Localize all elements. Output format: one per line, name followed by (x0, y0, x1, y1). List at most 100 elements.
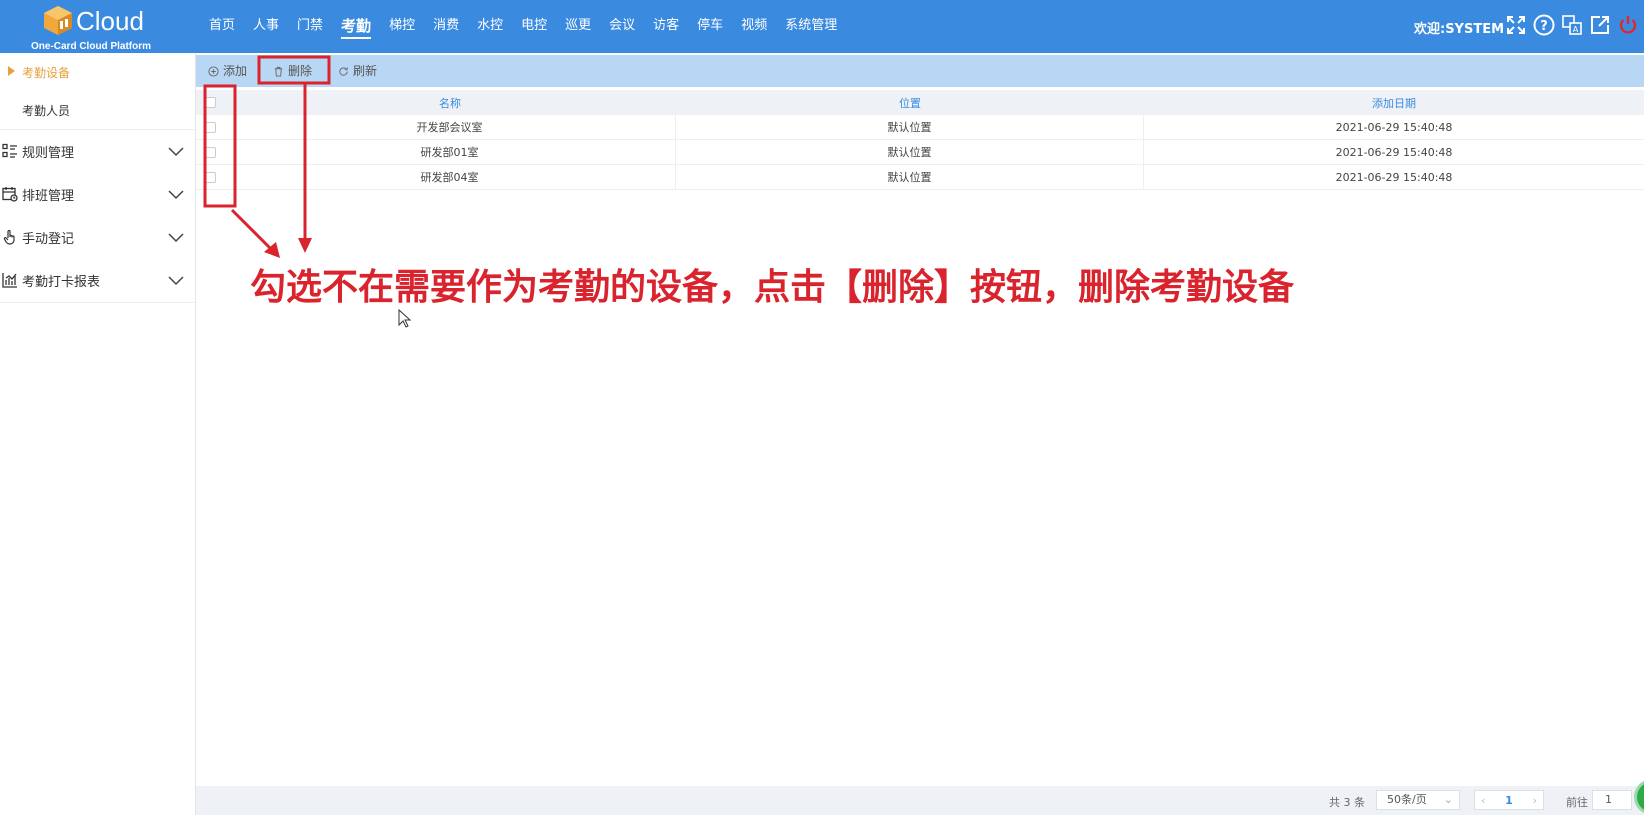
nav-attendance[interactable]: 考勤 (332, 0, 380, 53)
nav-system[interactable]: 系统管理 (776, 0, 846, 53)
sidebar: 考勤设备 考勤人员 规则管理 排班管理 手动登记 考勤打卡报表 (0, 53, 196, 815)
welcome-text: 欢迎:SYSTEM (1414, 22, 1505, 37)
sidebar-item-label: 考勤人员 (22, 104, 71, 118)
next-page-icon[interactable]: › (1533, 794, 1537, 807)
delete-button[interactable]: 删除 (273, 55, 312, 87)
row-select-cell (196, 165, 224, 189)
nav-patrol[interactable]: 巡更 (556, 0, 600, 53)
toolbar: 添加 删除 刷新 (196, 55, 1644, 87)
main-nav: 首页 人事 门禁 考勤 梯控 消费 水控 电控 巡更 会议 访客 停车 视频 系… (200, 0, 846, 53)
sidebar-group-schedule[interactable]: 排班管理 (0, 173, 195, 216)
nav-video[interactable]: 视频 (732, 0, 776, 53)
refresh-icon (339, 66, 348, 76)
nav-consumption[interactable]: 消费 (424, 0, 468, 53)
header-icons: ? A (1505, 14, 1639, 36)
active-arrow-icon (8, 66, 15, 76)
annotation-text: 勾选不在需要作为考勤的设备，点击【删除】按钮，删除考勤设备 (250, 267, 1295, 308)
delete-label: 删除 (288, 64, 313, 78)
nav-water[interactable]: 水控 (468, 0, 512, 53)
nav-access[interactable]: 门禁 (288, 0, 332, 53)
logo-text: Cloud (76, 6, 144, 36)
sidebar-group-label: 考勤打卡报表 (22, 275, 101, 290)
chevron-down-icon (168, 147, 184, 157)
hand-icon (3, 229, 15, 245)
device-table: 名称 位置 添加日期 开发部会议室 默认位置 2021-06-29 15:40:… (196, 90, 1644, 190)
add-button[interactable]: 添加 (208, 55, 247, 87)
total-count: 共 3 条 (1329, 796, 1365, 809)
arrow-head (264, 242, 280, 258)
cube-logo-icon (44, 6, 72, 35)
mouse-cursor-icon (398, 309, 411, 328)
divider (0, 302, 195, 303)
nav-elevator[interactable]: 梯控 (380, 0, 424, 53)
row-checkbox[interactable] (204, 146, 216, 158)
logo-subtitle: One-Card Cloud Platform (31, 41, 152, 52)
sidebar-item-label: 考勤设备 (22, 66, 71, 80)
row-checkbox[interactable] (204, 171, 216, 183)
goto-page-input[interactable]: 1 (1592, 790, 1632, 810)
cell-date: 2021-06-29 15:40:48 (1335, 170, 1453, 184)
prev-page-icon[interactable]: ‹ (1481, 794, 1485, 807)
cell-location: 默认位置 (676, 140, 1144, 164)
chevron-down-icon (168, 233, 184, 243)
sidebar-item-attendance-device[interactable]: 考勤设备 (0, 53, 195, 92)
cell-name: 开发部会议室 (224, 115, 676, 139)
plus-circle-icon (208, 65, 219, 77)
chevron-down-icon (168, 190, 184, 200)
page-navigator: ‹ 1 › (1474, 790, 1544, 810)
nav-meeting[interactable]: 会议 (600, 0, 644, 53)
nav-parking[interactable]: 停车 (688, 0, 732, 53)
column-header-name[interactable]: 名称 (224, 90, 676, 115)
svg-text:?: ? (1540, 19, 1548, 34)
cell-name: 研发部01室 (224, 140, 676, 164)
arrow-head (298, 238, 312, 253)
fullscreen-icon[interactable] (1505, 14, 1527, 36)
column-header-location[interactable]: 位置 (676, 90, 1144, 115)
cell-location: 默认位置 (676, 165, 1144, 189)
chevron-down-icon: ⌄ (1443, 793, 1453, 806)
nav-home[interactable]: 首页 (200, 0, 244, 53)
column-header-date[interactable]: 添加日期 (1144, 90, 1644, 115)
sidebar-group-rules[interactable]: 规则管理 (0, 130, 195, 173)
sidebar-group-manual-register[interactable]: 手动登记 (0, 216, 195, 259)
chart-icon (2, 273, 17, 288)
row-select-cell (196, 140, 224, 164)
translate-icon[interactable]: A (1561, 14, 1583, 36)
external-link-icon[interactable] (1589, 14, 1611, 36)
nav-visitor[interactable]: 访客 (644, 0, 688, 53)
sidebar-item-attendance-staff[interactable]: 考勤人员 (0, 92, 195, 129)
logo[interactable]: Cloud One-Card Cloud Platform (28, 4, 168, 52)
chevron-down-icon (168, 276, 184, 286)
table-row[interactable]: 开发部会议室 默认位置 2021-06-29 15:40:48 (196, 115, 1644, 140)
cell-location: 默认位置 (676, 115, 1144, 139)
cell-date: 2021-06-29 15:40:48 (1335, 145, 1453, 159)
svg-text:A: A (1573, 25, 1579, 34)
sidebar-group-label: 规则管理 (22, 146, 75, 161)
goto-label: 前往 (1566, 796, 1588, 809)
table-row[interactable]: 研发部01室 默认位置 2021-06-29 15:40:48 (196, 140, 1644, 165)
top-header: Cloud One-Card Cloud Platform 首页 人事 门禁 考… (0, 0, 1644, 53)
sidebar-group-report[interactable]: 考勤打卡报表 (0, 259, 195, 302)
sidebar-group-label: 手动登记 (22, 232, 75, 247)
select-all-checkbox[interactable] (204, 97, 216, 108)
nav-hr[interactable]: 人事 (244, 0, 288, 53)
page-size-select[interactable]: 50条/页 ⌄ (1376, 790, 1460, 810)
cell-name: 研发部04室 (224, 165, 676, 189)
sidebar-group-label: 排班管理 (22, 189, 75, 204)
trash-icon (274, 66, 283, 77)
row-checkbox[interactable] (204, 121, 216, 133)
rules-icon (2, 143, 17, 158)
nav-power[interactable]: 电控 (512, 0, 556, 53)
add-label: 添加 (223, 64, 248, 78)
refresh-button[interactable]: 刷新 (338, 55, 377, 87)
help-icon[interactable]: ? (1533, 14, 1555, 36)
refresh-label: 刷新 (353, 64, 378, 78)
calendar-icon (2, 187, 18, 202)
select-all-cell (196, 90, 224, 115)
table-row[interactable]: 研发部04室 默认位置 2021-06-29 15:40:48 (196, 165, 1644, 190)
table-header: 名称 位置 添加日期 (196, 90, 1644, 115)
cell-date: 2021-06-29 15:40:48 (1335, 120, 1453, 134)
current-page[interactable]: 1 (1505, 794, 1513, 807)
pagination-bar: 共 3 条 50条/页 ⌄ ‹ 1 › 前往 1 (196, 786, 1644, 815)
power-icon[interactable] (1617, 14, 1639, 36)
